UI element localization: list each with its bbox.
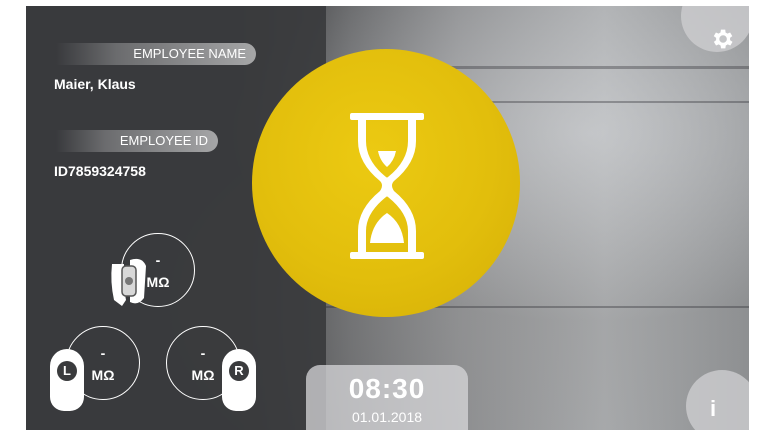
left-foot-letter: L (57, 361, 77, 381)
info-icon: i (710, 396, 717, 421)
test-station-screen: EMPLOYEE NAME Maier, Klaus EMPLOYEE ID I… (26, 6, 749, 430)
status-indicator-circle (252, 49, 520, 317)
employee-name-value: Maier, Klaus (54, 76, 136, 92)
left-shoe-icon: L (50, 349, 84, 411)
right-foot-letter: R (229, 361, 249, 381)
clock-date: 01.01.2018 (351, 409, 423, 425)
employee-id-value: ID7859324758 (54, 163, 146, 179)
employee-name-label: EMPLOYEE NAME (56, 43, 256, 65)
clock-time: 08:30 (348, 373, 426, 404)
wrist-strap-icon (111, 258, 146, 306)
clock-panel: 08:30 01.01.2018 (306, 365, 468, 430)
hourglass-icon (350, 113, 424, 259)
right-shoe-icon: R (222, 349, 256, 411)
employee-id-label: EMPLOYEE ID (56, 130, 218, 152)
gear-icon (713, 29, 733, 49)
